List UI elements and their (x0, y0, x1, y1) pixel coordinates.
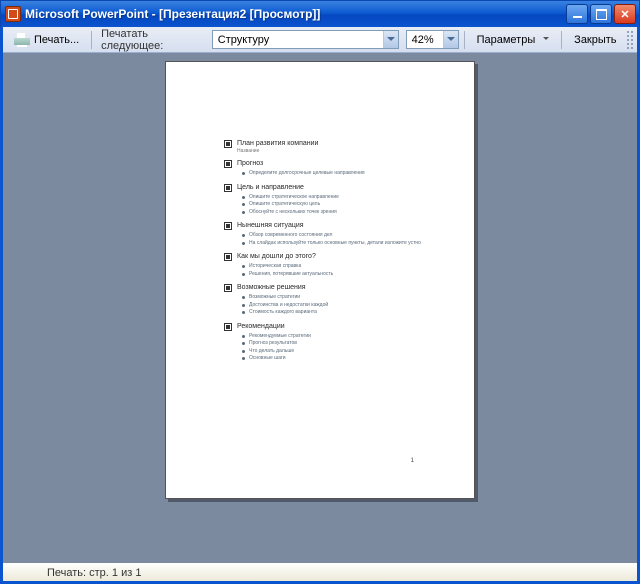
slide-subtitle: Название (237, 148, 450, 154)
slide-bullet: Достоинства и недостатки каждой (242, 302, 450, 310)
separator (91, 31, 92, 49)
slide-title: Возможные решения (237, 284, 306, 291)
slide-bullets: Историческая справкаРешения, потерявшие … (242, 263, 450, 278)
status-text: Печать: стр. 1 из 1 (47, 567, 141, 579)
close-preview-button[interactable]: Закрыть (567, 31, 623, 49)
close-preview-label: Закрыть (574, 34, 616, 46)
slide-bullets: Рекомендуемые стратегииПрогноз результат… (242, 333, 450, 363)
print-preview-toolbar: Печать... Печатать следующее: Структуру … (3, 27, 637, 53)
slide-icon (224, 284, 232, 292)
slide-icon (224, 140, 232, 148)
zoom-combo[interactable]: 42% (406, 30, 459, 49)
outline-slide: Прогноз Определите долгосрочные целевые н… (224, 160, 450, 178)
print-icon (14, 33, 30, 47)
slide-bullet: Обзор современного состояния дел (242, 232, 450, 240)
maximize-button[interactable] (590, 4, 612, 24)
slide-bullet: Рекомендуемые стратегии (242, 333, 450, 341)
chevron-down-icon[interactable] (443, 31, 458, 48)
slide-icon (224, 184, 232, 192)
outline-slide: Рекомендации Рекомендуемые стратегииПрогн… (224, 323, 450, 363)
app-icon (5, 6, 21, 22)
preview-workspace[interactable]: План развития компанииНазвание Прогноз Опр… (3, 53, 637, 563)
outline-slide: План развития компанииНазвание (224, 140, 450, 154)
slide-title: План развития компании (237, 140, 318, 147)
minimize-button[interactable] (566, 4, 588, 24)
toolbar-grip[interactable] (626, 30, 633, 50)
print-what-combo[interactable]: Структуру (212, 30, 399, 49)
window-title: Microsoft PowerPoint - [Презентация2 [Пр… (25, 7, 566, 21)
slide-bullet: Определите долгосрочные целевые направле… (242, 170, 450, 178)
slide-title: Рекомендации (237, 323, 285, 330)
separator (561, 31, 562, 49)
separator (464, 31, 465, 49)
slide-icon (224, 160, 232, 168)
slide-icon (224, 222, 232, 230)
slide-title: Как мы дошли до этого? (237, 253, 316, 260)
slide-bullet: Опишите стратегическое направление (242, 194, 450, 202)
slide-bullet: Возможные стратегии (242, 294, 450, 302)
slide-bullet: Решения, потерявшие актуальность (242, 271, 450, 279)
slide-bullet: Основные шаги (242, 355, 450, 363)
slide-icon (224, 253, 232, 261)
print-button[interactable]: Печать... (7, 30, 86, 50)
titlebar[interactable]: Microsoft PowerPoint - [Презентация2 [Пр… (0, 0, 640, 27)
slide-bullet: На слайдах используйте только основные п… (242, 240, 450, 248)
app-frame: Печать... Печатать следующее: Структуру … (0, 27, 640, 584)
options-button[interactable]: Параметры (470, 31, 557, 49)
slide-bullets: Возможные стратегииДостоинства и недоста… (242, 294, 450, 317)
close-window-button[interactable] (614, 4, 636, 24)
print-what-label: Печатать следующее: (97, 28, 210, 52)
outline-slide: Как мы дошли до этого? Историческая справ… (224, 253, 450, 278)
window-controls (566, 4, 636, 24)
slide-bullets: Определите долгосрочные целевые направле… (242, 170, 450, 178)
slide-title: Нынешняя ситуация (237, 222, 304, 229)
zoom-value: 42% (407, 34, 443, 46)
slide-bullet: Обоснуйте с нескольких точек зрения (242, 209, 450, 217)
slide-icon (224, 323, 232, 331)
slide-title: Прогноз (237, 160, 263, 167)
slide-bullets: Опишите стратегическое направлениеОпишит… (242, 194, 450, 217)
slide-bullet: Что делать дальше (242, 348, 450, 356)
options-label: Параметры (477, 34, 536, 46)
print-what-value: Структуру (213, 34, 383, 46)
outline-slide: Нынешняя ситуация Обзор современного сост… (224, 222, 450, 247)
chevron-down-icon[interactable] (383, 31, 398, 48)
slide-bullet: Прогноз результатов (242, 340, 450, 348)
outline-content: План развития компанииНазвание Прогноз Опр… (224, 140, 450, 369)
slide-bullet: Стоимость каждого варианта (242, 309, 450, 317)
outline-slide: Возможные решения Возможные стратегииДост… (224, 284, 450, 317)
statusbar: Печать: стр. 1 из 1 (3, 563, 637, 581)
slide-bullet: Опишите стратегическую цель (242, 201, 450, 209)
slide-bullets: Обзор современного состояния делНа слайд… (242, 232, 450, 247)
slide-bullet: Историческая справка (242, 263, 450, 271)
outline-slide: Цель и направление Опишите стратегическое… (224, 184, 450, 217)
print-button-label: Печать... (34, 34, 79, 46)
preview-page: План развития компанииНазвание Прогноз Опр… (165, 61, 475, 499)
slide-title: Цель и направление (237, 184, 304, 191)
page-number: 1 (411, 458, 414, 464)
